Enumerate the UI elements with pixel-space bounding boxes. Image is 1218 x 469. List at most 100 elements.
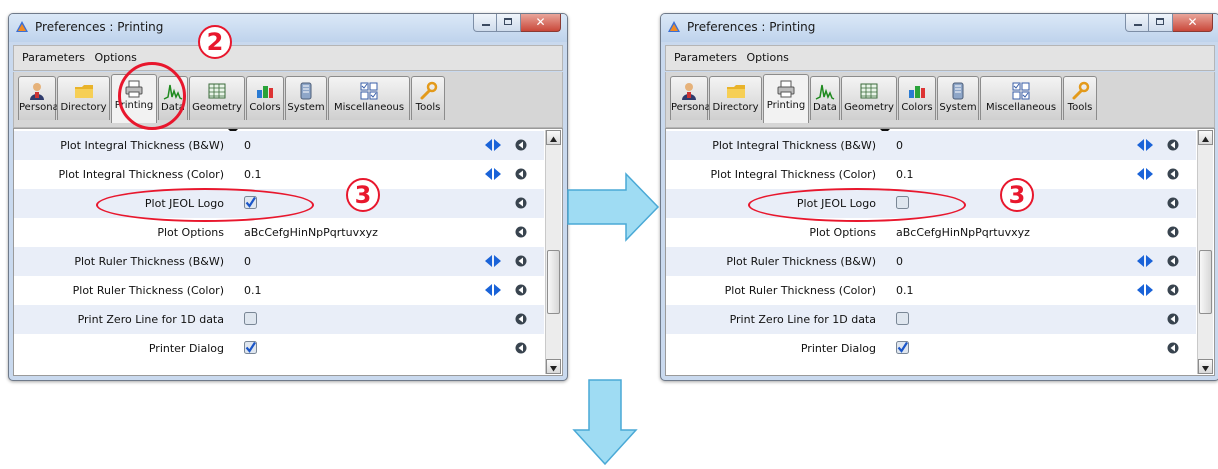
grid-icon xyxy=(208,83,226,99)
app-icon xyxy=(16,21,28,32)
left-right-arrows-icon[interactable] xyxy=(1136,138,1154,152)
scroll-up-button[interactable] xyxy=(546,130,561,145)
left-right-arrows-icon[interactable] xyxy=(1136,283,1154,297)
tab-colors[interactable]: Colors xyxy=(246,76,284,120)
tab-miscellaneous[interactable]: Miscellaneous xyxy=(328,76,410,120)
tab-personal[interactable]: Personal xyxy=(670,76,714,120)
menu-bar: Parameters Options xyxy=(665,45,1215,71)
tab-bar: Personal Directory Printing Data Geometr… xyxy=(13,72,563,128)
row-printer-dialog: Printer Dialog xyxy=(666,334,1196,363)
title-bar: Preferences : Printing ✕ xyxy=(9,14,567,42)
system-icon xyxy=(300,82,312,100)
reset-icon[interactable] xyxy=(515,342,527,354)
vertical-scrollbar[interactable] xyxy=(545,130,561,374)
arrow-down-icon xyxy=(572,379,638,466)
reset-icon[interactable] xyxy=(1167,342,1179,354)
row-plot-options: Plot Options aBcCefgHinNpPqrtuvxyz xyxy=(666,218,1196,247)
menu-bar: Parameters Options xyxy=(13,45,563,71)
reset-icon[interactable] xyxy=(1167,255,1179,267)
step-2-marker: 2 xyxy=(198,25,232,59)
minimize-button[interactable] xyxy=(1125,14,1149,32)
printer-icon xyxy=(777,80,795,98)
tab-system[interactable]: System xyxy=(285,76,327,120)
reset-icon[interactable] xyxy=(1167,168,1179,180)
checklist-icon xyxy=(1012,82,1030,100)
tab-personal[interactable]: Personal xyxy=(18,76,62,120)
folder-icon xyxy=(74,85,93,98)
folder-icon xyxy=(726,85,745,98)
reset-icon[interactable] xyxy=(1167,226,1179,238)
highlight-plot-jeol-logo-left xyxy=(96,188,314,222)
row-plot-integral-thickness-color: Plot Integral Thickness (Color) 0.1 xyxy=(666,160,1196,189)
step-3-marker-left: 3 xyxy=(346,178,380,212)
tab-colors[interactable]: Colors xyxy=(898,76,936,120)
chart-icon xyxy=(815,84,835,100)
menu-parameters[interactable]: Parameters xyxy=(674,51,737,64)
tab-system[interactable]: System xyxy=(937,76,979,120)
scroll-down-button[interactable] xyxy=(546,359,561,374)
preferences-panel: Plot Integral Thickness (B&W) 0 Plot Int… xyxy=(665,128,1215,376)
wrench-icon xyxy=(420,81,438,100)
scroll-down-button[interactable] xyxy=(1198,359,1213,374)
caret-up-icon xyxy=(1202,136,1209,142)
checklist-icon xyxy=(360,82,378,100)
reset-icon[interactable] xyxy=(515,255,527,267)
tab-geometry[interactable]: Geometry xyxy=(841,76,897,120)
maximize-button[interactable] xyxy=(497,14,521,32)
reset-icon[interactable] xyxy=(515,139,527,151)
person-icon xyxy=(30,83,44,100)
row-plot-integral-thickness-bw: Plot Integral Thickness (B&W) 0 xyxy=(14,131,544,160)
left-right-arrows-icon[interactable] xyxy=(1136,254,1154,268)
reset-icon[interactable] xyxy=(515,313,527,325)
highlight-printing-tab xyxy=(118,62,186,130)
tab-miscellaneous[interactable]: Miscellaneous xyxy=(980,76,1062,120)
left-right-arrows-icon[interactable] xyxy=(1136,167,1154,181)
close-button[interactable]: ✕ xyxy=(521,14,561,32)
printer-dialog-checkbox-checked[interactable] xyxy=(896,341,909,354)
scroll-up-button[interactable] xyxy=(1198,130,1213,145)
scroll-thumb[interactable] xyxy=(1199,250,1212,314)
printer-dialog-checkbox-checked[interactable] xyxy=(244,341,257,354)
row-plot-integral-thickness-bw: Plot Integral Thickness (B&W) 0 xyxy=(666,131,1196,160)
minimize-button[interactable] xyxy=(473,14,497,32)
reset-icon[interactable] xyxy=(515,226,527,238)
menu-options[interactable]: Options xyxy=(94,51,136,64)
row-plot-ruler-thickness-color: Plot Ruler Thickness (Color) 0.1 xyxy=(14,276,544,305)
reset-icon[interactable] xyxy=(515,197,527,209)
print-zero-line-checkbox[interactable] xyxy=(896,312,909,325)
scroll-thumb[interactable] xyxy=(547,250,560,314)
left-right-arrows-icon[interactable] xyxy=(484,283,502,297)
tab-directory[interactable]: Directory xyxy=(57,76,110,120)
reset-icon[interactable] xyxy=(1167,313,1179,325)
left-right-arrows-icon[interactable] xyxy=(484,138,502,152)
vertical-scrollbar[interactable] xyxy=(1197,130,1213,374)
row-plot-integral-thickness-color: Plot Integral Thickness (Color) 0.1 xyxy=(14,160,544,189)
print-zero-line-checkbox[interactable] xyxy=(244,312,257,325)
reset-icon[interactable] xyxy=(515,168,527,180)
close-button[interactable]: ✕ xyxy=(1173,14,1213,32)
caret-down-icon xyxy=(1202,366,1209,372)
left-right-arrows-icon[interactable] xyxy=(484,167,502,181)
tab-tools[interactable]: Tools xyxy=(1063,76,1097,120)
caret-down-icon xyxy=(550,366,557,372)
reset-icon[interactable] xyxy=(1167,139,1179,151)
tab-data[interactable]: Data xyxy=(810,76,840,120)
reset-icon[interactable] xyxy=(515,284,527,296)
row-print-zero-line: Print Zero Line for 1D data xyxy=(14,305,544,334)
tab-tools[interactable]: Tools xyxy=(411,76,445,120)
row-plot-ruler-thickness-bw: Plot Ruler Thickness (B&W) 0 xyxy=(666,247,1196,276)
app-icon xyxy=(668,21,680,32)
row-plot-ruler-thickness-bw: Plot Ruler Thickness (B&W) 0 xyxy=(14,247,544,276)
tab-printing[interactable]: Printing xyxy=(763,74,809,123)
menu-parameters[interactable]: Parameters xyxy=(22,51,85,64)
reset-icon[interactable] xyxy=(1167,197,1179,209)
reset-icon[interactable] xyxy=(1167,284,1179,296)
menu-options[interactable]: Options xyxy=(746,51,788,64)
tab-directory[interactable]: Directory xyxy=(709,76,762,120)
tab-geometry[interactable]: Geometry xyxy=(189,76,245,120)
colors-icon xyxy=(909,86,925,98)
preferences-panel: Plot Integral Thickness (B&W) 0 Plot Int… xyxy=(13,128,563,376)
highlight-plot-jeol-logo-right xyxy=(748,188,966,222)
maximize-button[interactable] xyxy=(1149,14,1173,32)
left-right-arrows-icon[interactable] xyxy=(484,254,502,268)
